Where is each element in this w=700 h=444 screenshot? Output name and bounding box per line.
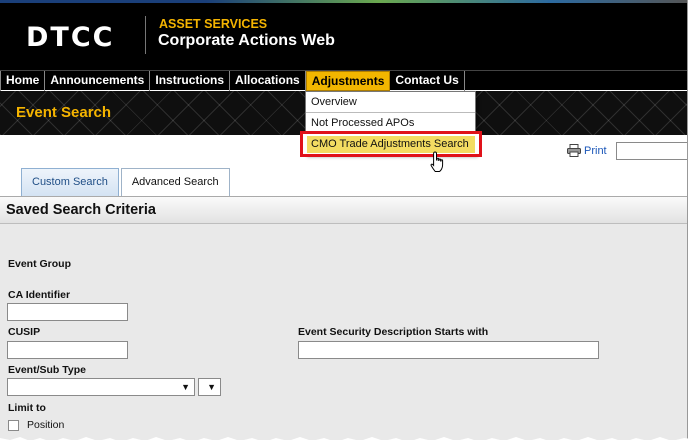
- section-title: Saved Search Criteria: [0, 197, 687, 224]
- torn-edge: [0, 437, 700, 444]
- print-label: Print: [584, 144, 607, 157]
- nav-item-adjustments[interactable]: Adjustments: [305, 71, 391, 91]
- ca-identifier-input[interactable]: [7, 303, 128, 321]
- nav-item-allocations[interactable]: Allocations: [230, 71, 306, 91]
- nav-item-home[interactable]: Home: [0, 71, 46, 91]
- print-link[interactable]: Print: [567, 144, 607, 157]
- highlight-box: CMO Trade Adjustments Search: [300, 131, 482, 157]
- app-title: Corporate Actions Web: [158, 32, 335, 49]
- search-form-panel: Saved Search Criteria Event Group CA Ide…: [0, 196, 687, 440]
- quick-search-input[interactable]: [616, 142, 687, 160]
- menu-item-cmo-trade-adjustments-search[interactable]: CMO Trade Adjustments Search: [307, 136, 475, 153]
- printer-icon: [567, 144, 581, 157]
- app-header: DTCC ASSET SERVICES Corporate Actions We…: [0, 0, 687, 70]
- cusip-label: CUSIP: [8, 326, 41, 338]
- dropdown-arrow-icon: ▼: [181, 382, 190, 392]
- position-label: Position: [27, 419, 65, 431]
- nav-item-instructions[interactable]: Instructions: [150, 71, 231, 91]
- menu-item-overview[interactable]: Overview: [306, 92, 475, 113]
- main-nav: Home Announcements Instructions Allocati…: [0, 70, 687, 91]
- tab-advanced-search[interactable]: Advanced Search: [120, 168, 230, 196]
- event-group-label: Event Group: [8, 258, 72, 270]
- nav-item-announcements[interactable]: Announcements: [45, 71, 151, 91]
- header-divider: [145, 16, 146, 54]
- ca-identifier-label: CA Identifier: [8, 289, 71, 301]
- app-super-title: ASSET SERVICES: [159, 17, 268, 31]
- dtcc-logo: DTCC: [26, 22, 115, 53]
- event-security-description-label: Event Security Description Starts with: [298, 326, 489, 338]
- tab-custom-search[interactable]: Custom Search: [21, 168, 119, 196]
- nav-item-contact-us[interactable]: Contact Us: [390, 71, 465, 91]
- app-window: DTCC ASSET SERVICES Corporate Actions We…: [0, 0, 688, 440]
- event-subtype-label: Event/Sub Type: [8, 364, 86, 376]
- page-title: Event Search: [16, 104, 112, 121]
- position-checkbox[interactable]: [8, 420, 19, 431]
- hand-cursor-icon: [430, 151, 444, 172]
- brand-stripe: [0, 0, 687, 3]
- dropdown-arrow-icon: ▼: [207, 382, 216, 392]
- event-type-select[interactable]: ▼: [7, 378, 195, 396]
- event-security-description-input[interactable]: [298, 341, 599, 359]
- sub-type-select[interactable]: ▼: [198, 378, 221, 396]
- limit-to-label: Limit to: [8, 402, 46, 414]
- search-tabs: Custom Search Advanced Search: [21, 168, 232, 196]
- cusip-input[interactable]: [7, 341, 128, 359]
